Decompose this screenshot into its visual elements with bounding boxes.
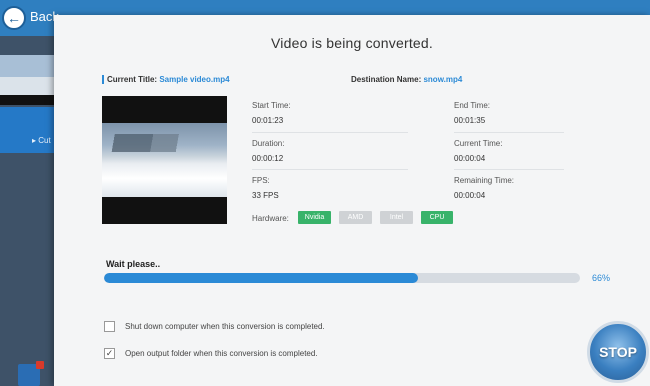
divider bbox=[252, 169, 408, 170]
current-time-label: Current Time: bbox=[454, 139, 503, 148]
shutdown-checkbox[interactable] bbox=[104, 321, 115, 332]
remaining-time-value: 00:00:04 bbox=[454, 191, 486, 200]
remaining-time: Remaining Time: 00:00:04 bbox=[454, 176, 514, 200]
open-folder-option-label: Open output folder when this conversion … bbox=[125, 349, 318, 358]
current-time: Current Time: 00:00:04 bbox=[454, 139, 502, 163]
back-arrow-icon[interactable]: ← bbox=[2, 6, 26, 30]
destination-name: Destination Name: snow.mp4 bbox=[351, 75, 462, 84]
fps: FPS: 33 FPS bbox=[252, 176, 279, 200]
progress-status: Wait please.. bbox=[106, 259, 161, 269]
stop-button[interactable]: STOP bbox=[587, 321, 649, 383]
duration-value: 00:00:12 bbox=[252, 154, 284, 163]
current-title: Current Title: Sample video.mp4 bbox=[102, 75, 230, 84]
sidebar-active-panel bbox=[0, 107, 54, 153]
progress-bar bbox=[104, 273, 580, 283]
end-time-value: 00:01:35 bbox=[454, 116, 486, 125]
open-folder-option[interactable]: ✓ Open output folder when this conversio… bbox=[104, 348, 318, 359]
current-title-label: Current Title: bbox=[107, 75, 158, 84]
hardware-label: Hardware: bbox=[252, 214, 289, 223]
remaining-time-label: Remaining Time: bbox=[454, 176, 515, 185]
video-preview bbox=[102, 96, 227, 224]
fps-value: 33 FPS bbox=[252, 191, 279, 200]
progress-fill bbox=[104, 273, 419, 283]
start-time-value: 00:01:23 bbox=[252, 116, 284, 125]
current-time-value: 00:00:04 bbox=[454, 154, 486, 163]
open-folder-checkbox[interactable]: ✓ bbox=[104, 348, 115, 359]
end-time: End Time: 00:01:35 bbox=[454, 101, 490, 125]
taskbar-app-icon[interactable] bbox=[18, 361, 44, 386]
start-time: Start Time: 00:01:23 bbox=[252, 101, 291, 125]
shutdown-option[interactable]: Shut down computer when this conversion … bbox=[104, 321, 325, 332]
divider bbox=[454, 132, 564, 133]
sidebar-video-thumbnail[interactable] bbox=[0, 55, 54, 105]
end-time-label: End Time: bbox=[454, 101, 491, 110]
start-time-label: Start Time: bbox=[252, 101, 291, 110]
shutdown-option-label: Shut down computer when this conversion … bbox=[125, 322, 325, 331]
sidebar-item-cut[interactable]: ▸ Cut bbox=[32, 136, 51, 145]
destination-value: snow.mp4 bbox=[423, 75, 463, 84]
current-title-value: Sample video.mp4 bbox=[159, 75, 230, 84]
divider bbox=[454, 169, 564, 170]
hardware-amd[interactable]: AMD bbox=[339, 211, 372, 224]
conversion-dialog: Video is being converted. Current Title:… bbox=[54, 15, 650, 386]
fps-label: FPS: bbox=[252, 176, 270, 185]
divider bbox=[252, 132, 408, 133]
hardware-nvidia[interactable]: Nvidia bbox=[298, 211, 331, 224]
duration-label: Duration: bbox=[252, 139, 285, 148]
dialog-title: Video is being converted. bbox=[271, 35, 433, 51]
destination-label: Destination Name: bbox=[351, 75, 422, 84]
hardware-cpu[interactable]: CPU bbox=[421, 211, 453, 224]
hardware-intel[interactable]: Intel bbox=[380, 211, 413, 224]
progress-percent: 66% bbox=[592, 273, 611, 283]
duration: Duration: 00:00:12 bbox=[252, 139, 284, 163]
